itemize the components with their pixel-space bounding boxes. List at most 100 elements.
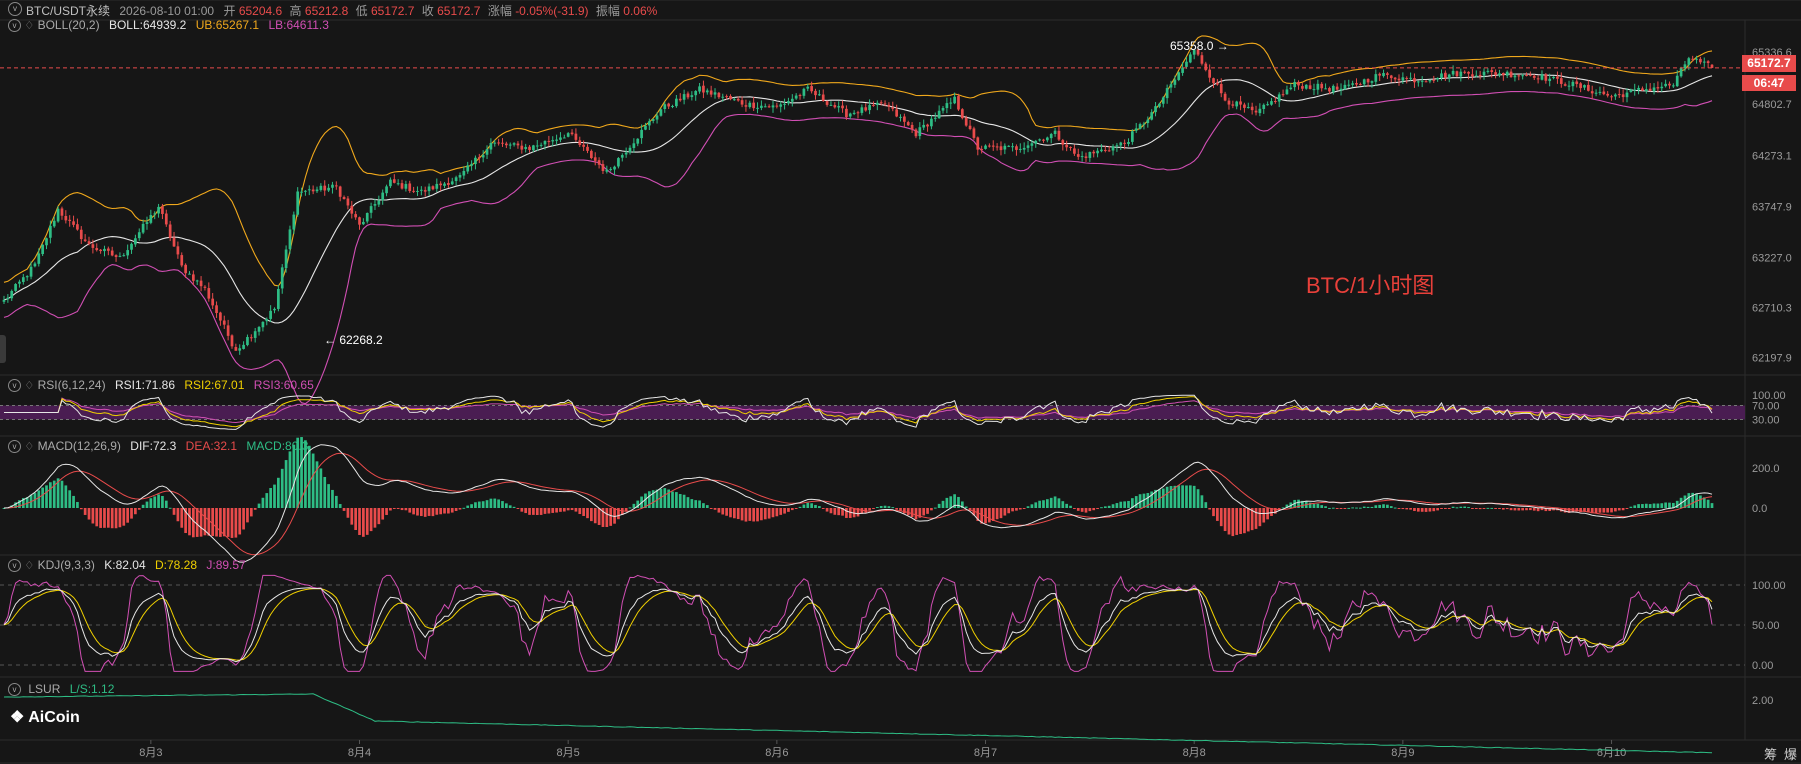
macd-histogram-bar: [790, 508, 794, 511]
candle-body: [188, 273, 191, 275]
candle-body: [1185, 61, 1188, 67]
candle-body: [605, 169, 609, 172]
macd-histogram-bar: [505, 503, 508, 508]
macd-histogram-bar: [1188, 485, 1192, 508]
candle-body: [995, 146, 999, 148]
left-edge-tab[interactable]: [0, 335, 6, 363]
boll-lower-line: [3, 90, 1713, 405]
macd-histogram-bar: [1432, 508, 1436, 512]
candle-body: [1347, 84, 1351, 86]
bell-icon[interactable]: ♢: [24, 380, 34, 392]
macd-histogram-bar: [1335, 508, 1339, 509]
candle-body: [408, 183, 412, 192]
macd-histogram-bar: [277, 477, 280, 508]
collapse-icon[interactable]: v: [8, 559, 21, 573]
candle-body: [508, 144, 512, 146]
macd-histogram-bar: [806, 502, 810, 508]
macd-histogram-bar: [1517, 508, 1521, 511]
candle-body: [1598, 91, 1602, 93]
collapse-icon[interactable]: v: [8, 440, 21, 454]
macd-histogram-bar: [694, 500, 698, 508]
macd-histogram-bar: [829, 508, 833, 514]
macd-histogram-bar: [1478, 508, 1482, 510]
macd-histogram-bar: [1169, 486, 1173, 508]
candle-body: [794, 95, 798, 99]
macd-histogram-bar: [1127, 500, 1130, 508]
candle-body: [574, 133, 578, 140]
candle-body: [1501, 73, 1505, 76]
candle-body: [1606, 93, 1610, 96]
macd-histogram-bar: [1471, 508, 1474, 509]
change-value: -0.05%(-31.9): [515, 4, 589, 18]
candle-body: [458, 175, 462, 178]
macd-histogram-bar: [226, 508, 230, 537]
candle-body: [937, 110, 941, 119]
candle-body: [620, 155, 624, 158]
candle-body: [1451, 70, 1455, 75]
macd-histogram-bar: [284, 460, 288, 508]
candle-body: [134, 238, 137, 245]
candle-body: [1459, 71, 1463, 77]
boll-legend[interactable]: v ♢ BOLL(20,2) BOLL:64939.2 UB:65267.1 L…: [8, 18, 329, 34]
candle-body: [110, 250, 114, 256]
macd-histogram-bar: [555, 508, 558, 513]
macd-histogram-bar: [222, 508, 226, 537]
macd-histogram-bar: [497, 499, 500, 508]
candle-body: [1069, 146, 1072, 148]
candle-body: [1416, 81, 1420, 83]
kdj-tick-label: 100.00: [1752, 580, 1786, 592]
open-value: 65204.6: [238, 4, 283, 18]
collapse-icon[interactable]: v: [8, 683, 21, 697]
collapse-icon[interactable]: v: [8, 2, 22, 16]
macd-histogram-bar: [1347, 507, 1351, 509]
collapse-icon[interactable]: v: [8, 19, 21, 33]
macd-histogram-bar: [1262, 508, 1266, 523]
macd-histogram-bar: [1015, 508, 1018, 511]
macd-legend[interactable]: v ♢ MACD(12,26,9) DIF:72.3 DEA:32.1 MACD…: [8, 439, 308, 454]
bell-icon[interactable]: ♢: [24, 20, 34, 32]
macd-histogram-bar: [137, 508, 141, 510]
candle-body: [964, 117, 968, 126]
candle-body: [991, 145, 995, 147]
macd-histogram-bar: [1494, 508, 1497, 509]
candle-body: [562, 137, 566, 139]
macd-histogram-bar: [775, 508, 779, 517]
candle-body: [829, 104, 833, 106]
kdj-tick-label: 0.00: [1752, 660, 1773, 672]
close-value: 65172.7: [437, 4, 481, 18]
macd-histogram-bar: [207, 508, 211, 536]
bell-icon[interactable]: ♢: [24, 560, 34, 572]
candle-body: [501, 142, 504, 144]
macd-histogram-bar: [1080, 508, 1084, 512]
macd-histogram-bar: [389, 508, 392, 511]
rsi-legend[interactable]: v ♢ RSI(6,12,24) RSI1:71.86 RSI2:67.01 R…: [8, 378, 314, 393]
macd-histogram-bar: [1444, 508, 1447, 509]
candle-body: [246, 337, 249, 346]
candle-body: [539, 144, 543, 146]
chip-distribution-button[interactable]: 筹: [1764, 744, 1777, 763]
macd-histogram-bar: [141, 504, 145, 508]
candle-body: [1467, 71, 1470, 74]
kdj-legend[interactable]: v ♢ KDJ(9,3,3) K:82.04 D:78.28 J:89.57: [8, 558, 246, 573]
macd-histogram-bar: [1181, 485, 1184, 508]
collapse-icon[interactable]: v: [8, 379, 21, 393]
candle-body: [1076, 154, 1080, 157]
candle-body: [41, 244, 44, 255]
candle-body: [164, 213, 168, 225]
liquidation-button[interactable]: 爆: [1784, 744, 1797, 763]
candle-body: [130, 243, 133, 250]
amplitude-value: 0.06%: [623, 4, 658, 18]
candle-body: [226, 325, 230, 336]
candle-body: [273, 308, 276, 311]
macd-histogram-bar: [1409, 508, 1412, 510]
candle-body: [1420, 80, 1424, 82]
macd-histogram-bar: [910, 508, 914, 517]
macd-histogram-bar: [1057, 498, 1061, 508]
macd-histogram-bar: [1501, 508, 1505, 510]
macd-histogram-bar: [937, 503, 941, 508]
candle-body: [960, 109, 964, 119]
candle-body: [280, 267, 284, 289]
lsur-legend[interactable]: v LSUR L/S:1.12: [8, 682, 114, 697]
macd-histogram-bar: [60, 480, 64, 508]
bell-icon[interactable]: ♢: [24, 441, 34, 453]
